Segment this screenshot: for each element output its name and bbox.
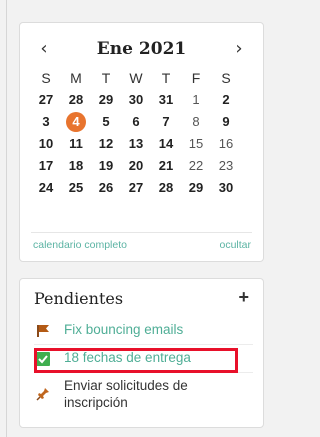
calendar-day[interactable]: 14 [151, 133, 181, 155]
flag-icon [37, 325, 49, 337]
weekday-label: M [70, 70, 82, 86]
calendar-day[interactable]: 27 [121, 177, 151, 199]
calendar-day[interactable]: 28 [61, 89, 91, 111]
weekday-label: S [221, 70, 231, 86]
calendar-day[interactable]: 1 [181, 89, 211, 111]
weekday-label: S [41, 70, 51, 86]
calendar-day[interactable]: 5 [91, 111, 121, 133]
calendar-day[interactable]: 13 [121, 133, 151, 155]
pin-icon [36, 388, 49, 401]
task-item[interactable]: 18 fechas de entrega [34, 350, 253, 368]
task-label: 18 fechas de entrega [64, 350, 191, 365]
calendar-header: ‹ Ene 2021 › [20, 37, 263, 61]
calendar-day[interactable]: 25 [61, 177, 91, 199]
calendar-day[interactable]: 24 [31, 177, 61, 199]
year: 2021 [138, 39, 187, 59]
add-task-button[interactable]: + [238, 287, 249, 308]
pending-tasks-widget: Pendientes + Fix bouncing emails 18 fech… [19, 278, 264, 428]
task-separator [34, 344, 253, 345]
calendar-day[interactable]: 28 [151, 177, 181, 199]
task-label-line: inscripción [64, 395, 128, 410]
weekday-label: T [101, 70, 111, 86]
calendar-day[interactable]: 15 [181, 133, 211, 155]
week-row: 27 28 29 30 31 1 2 [31, 89, 241, 111]
calendar-day[interactable]: 27 [31, 89, 61, 111]
calendar-day[interactable]: 6 [121, 111, 151, 133]
calendar-day[interactable]: 26 [91, 177, 121, 199]
weekday-label: T [161, 70, 171, 86]
calendar-day[interactable]: 12 [91, 133, 121, 155]
calendar-day[interactable]: 31 [151, 89, 181, 111]
chevron-right-icon[interactable]: › [227, 37, 251, 61]
calendar-day[interactable]: 8 [181, 111, 211, 133]
week-row: 3 4 5 6 7 8 9 [31, 111, 241, 133]
calendar-day[interactable]: 17 [31, 155, 61, 177]
calendar-day[interactable]: 16 [211, 133, 241, 155]
calendar-grid: S M T W T F S 27 28 29 30 31 1 2 3 4 5 6… [31, 67, 241, 199]
calendar-divider [31, 232, 252, 233]
calendar-day[interactable]: 22 [181, 155, 211, 177]
weekday-row: S M T W T F S [31, 67, 241, 89]
pending-tasks-title: Pendientes [34, 289, 124, 308]
calendar-day[interactable]: 10 [31, 133, 61, 155]
task-separator [34, 372, 253, 373]
calendar-day-today[interactable]: 4 [61, 111, 91, 133]
calendar-day[interactable]: 2 [211, 89, 241, 111]
calendar-day[interactable]: 19 [91, 155, 121, 177]
task-label: Enviar solicitudes de inscripción [64, 377, 188, 411]
month-name: Ene [96, 39, 133, 59]
week-row: 10 11 12 13 14 15 16 [31, 133, 241, 155]
weekday-label: F [191, 70, 201, 86]
calendar-day[interactable]: 23 [211, 155, 241, 177]
task-label-line: Enviar solicitudes de [64, 378, 188, 393]
calendar-day[interactable]: 30 [121, 89, 151, 111]
task-item[interactable]: Fix bouncing emails [34, 322, 253, 340]
calendar-day[interactable]: 21 [151, 155, 181, 177]
full-calendar-link[interactable]: calendario completo [33, 239, 127, 251]
today-marker: 4 [66, 112, 86, 132]
calendar-day[interactable]: 18 [61, 155, 91, 177]
calendar-day[interactable]: 9 [211, 111, 241, 133]
calendar-day[interactable]: 29 [91, 89, 121, 111]
task-label: Fix bouncing emails [64, 322, 184, 337]
calendar-day[interactable]: 20 [121, 155, 151, 177]
calendar-day[interactable]: 11 [61, 133, 91, 155]
task-item[interactable]: Enviar solicitudes de inscripción [34, 377, 253, 417]
left-border [6, 0, 7, 437]
weekday-label: W [129, 70, 143, 86]
week-row: 24 25 26 27 28 29 30 [31, 177, 241, 199]
checkbox-checked-icon [36, 352, 50, 366]
week-row: 17 18 19 20 21 22 23 [31, 155, 241, 177]
calendar-day[interactable]: 7 [151, 111, 181, 133]
calendar-day[interactable]: 29 [181, 177, 211, 199]
calendar-day[interactable]: 3 [31, 111, 61, 133]
calendar-day[interactable]: 30 [211, 177, 241, 199]
hide-calendar-link[interactable]: ocultar [219, 239, 251, 251]
calendar-widget: ‹ Ene 2021 › S M T W T F S 27 28 29 30 31… [19, 22, 264, 262]
